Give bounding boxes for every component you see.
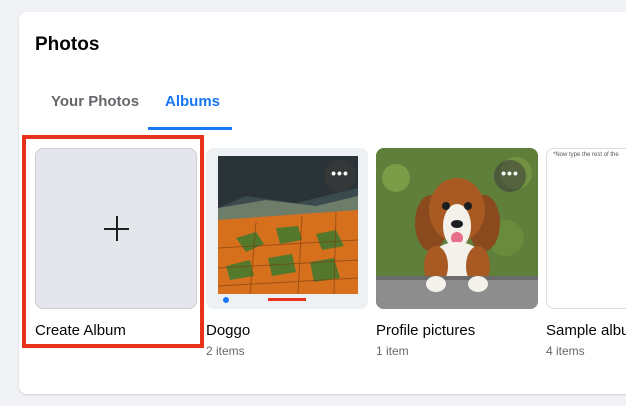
page-title: Photos (35, 34, 100, 55)
album-title-profile-pictures[interactable]: Profile pictures (376, 322, 475, 339)
sample-cover-text: *Now type the rest of the (553, 152, 619, 158)
album-cover-profile-pictures[interactable]: ••• (376, 148, 538, 309)
album-count-doggo: 2 items (206, 344, 245, 358)
album-count-sample: 4 items (546, 344, 585, 358)
more-options-button[interactable]: ••• (324, 160, 356, 192)
album-count-profile-pictures: 1 item (376, 344, 409, 358)
album-title-sample[interactable]: Sample albu (546, 322, 626, 339)
tab-your-photos[interactable]: Your Photos (51, 93, 139, 110)
more-options-button[interactable]: ••• (494, 160, 526, 192)
album-cover-sample[interactable]: *Now type the rest of the (546, 148, 626, 309)
more-horizontal-icon: ••• (501, 165, 519, 181)
album-cover-doggo[interactable]: ••• (206, 148, 368, 309)
tab-albums[interactable]: Albums (165, 93, 220, 110)
active-tab-indicator (148, 127, 232, 130)
highlight-box (22, 135, 204, 348)
more-horizontal-icon: ••• (331, 165, 349, 181)
album-title-doggo[interactable]: Doggo (206, 322, 250, 339)
